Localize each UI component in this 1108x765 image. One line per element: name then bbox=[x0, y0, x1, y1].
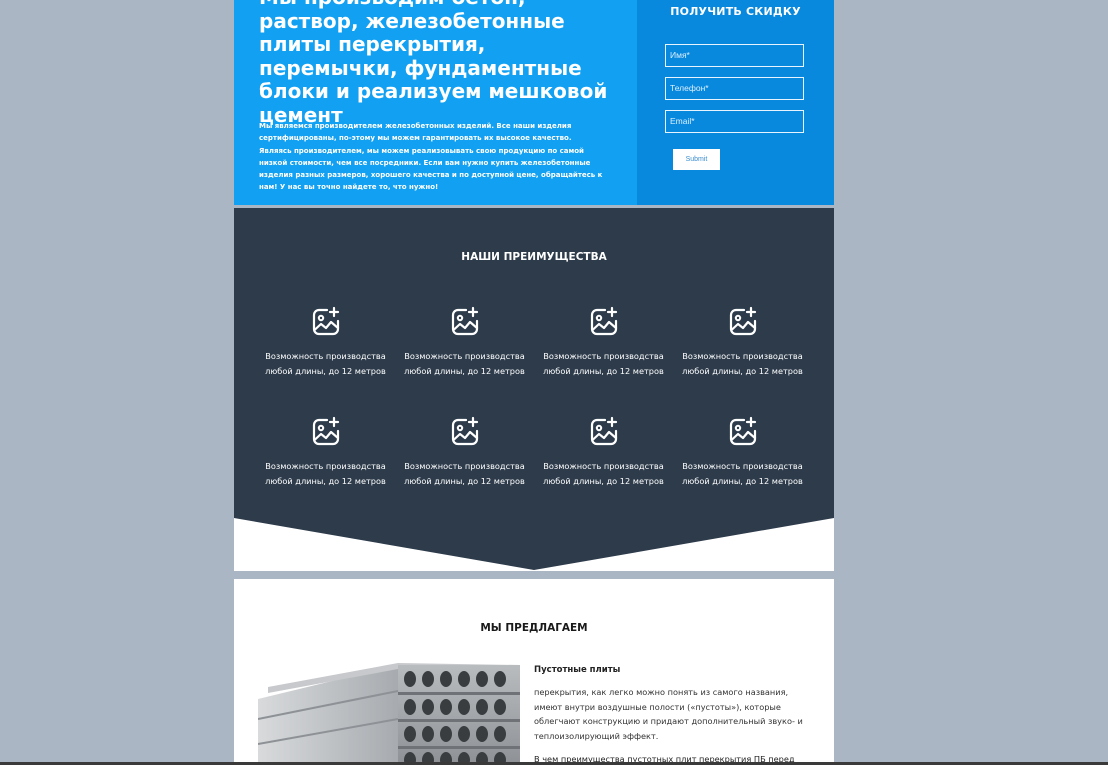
image-plus-icon bbox=[729, 416, 756, 446]
hero-content: Мы производим бетон, раствор, железобето… bbox=[234, 0, 637, 205]
hero-section: Мы производим бетон, раствор, железобето… bbox=[234, 0, 834, 205]
advantage-item: Возможность производства любой длины, до… bbox=[673, 306, 812, 378]
discount-form: ПОЛУЧИТЬ СКИДКУ Имя* Телефон* Email* Sub… bbox=[637, 0, 834, 205]
advantage-text: Возможность производства любой длины, до… bbox=[265, 351, 386, 376]
image-plus-icon bbox=[451, 416, 478, 446]
advantage-text: Возможность производства любой длины, до… bbox=[404, 461, 525, 486]
section-divider bbox=[234, 571, 834, 579]
hollow-core-slab-image bbox=[258, 663, 520, 765]
image-plus-icon bbox=[312, 416, 339, 446]
advantage-item: Возможность производства любой длины, до… bbox=[673, 416, 812, 488]
offer-section: МЫ ПРЕДЛАГАЕМ Пустотные плиты перекрытия… bbox=[234, 579, 834, 765]
advantage-item: Возможность производства любой длины, до… bbox=[395, 416, 534, 488]
hero-title: Мы производим бетон, раствор, железобето… bbox=[259, 0, 608, 127]
product-description: перекрытия, как легко можно понять из са… bbox=[534, 687, 803, 741]
phone-field[interactable]: Телефон* bbox=[665, 77, 804, 100]
image-plus-icon bbox=[590, 306, 617, 336]
form-title: ПОЛУЧИТЬ СКИДКУ bbox=[670, 5, 801, 18]
chevron-divider bbox=[234, 518, 834, 571]
product-title: Пустотные плиты bbox=[534, 665, 621, 675]
image-plus-icon bbox=[729, 306, 756, 336]
advantage-item: Возможность производства любой длины, до… bbox=[256, 306, 395, 378]
landing-page: Мы производим бетон, раствор, железобето… bbox=[234, 0, 834, 765]
name-field[interactable]: Имя* bbox=[665, 44, 804, 67]
advantage-text: Возможность производства любой длины, до… bbox=[543, 461, 664, 486]
submit-button[interactable]: Submit bbox=[673, 149, 720, 170]
image-plus-icon bbox=[312, 306, 339, 336]
advantage-text: Возможность производства любой длины, до… bbox=[682, 461, 803, 486]
offer-title: МЫ ПРЕДЛАГАЕМ bbox=[480, 622, 588, 634]
hero-description: Мы являемся производителем железобетонны… bbox=[259, 122, 603, 192]
advantage-text: Возможность производства любой длины, до… bbox=[404, 351, 525, 376]
advantage-item: Возможность производства любой длины, до… bbox=[534, 306, 673, 378]
advantage-item: Возможность производства любой длины, до… bbox=[534, 416, 673, 488]
offer-description: Пустотные плиты перекрытия, как легко мо… bbox=[534, 665, 804, 765]
advantage-item: Возможность производства любой длины, до… bbox=[256, 416, 395, 488]
image-plus-icon bbox=[590, 416, 617, 446]
advantages-section: НАШИ ПРЕИМУЩЕСТВА Возможность производст… bbox=[234, 208, 834, 571]
advantage-item: Возможность производства любой длины, до… bbox=[395, 306, 534, 378]
advantage-text: Возможность производства любой длины, до… bbox=[682, 351, 803, 376]
image-plus-icon bbox=[451, 306, 478, 336]
advantages-title: НАШИ ПРЕИМУЩЕСТВА bbox=[461, 251, 607, 263]
advantage-text: Возможность производства любой длины, до… bbox=[543, 351, 664, 376]
advantage-text: Возможность производства любой длины, до… bbox=[265, 461, 386, 486]
email-field[interactable]: Email* bbox=[665, 110, 804, 133]
